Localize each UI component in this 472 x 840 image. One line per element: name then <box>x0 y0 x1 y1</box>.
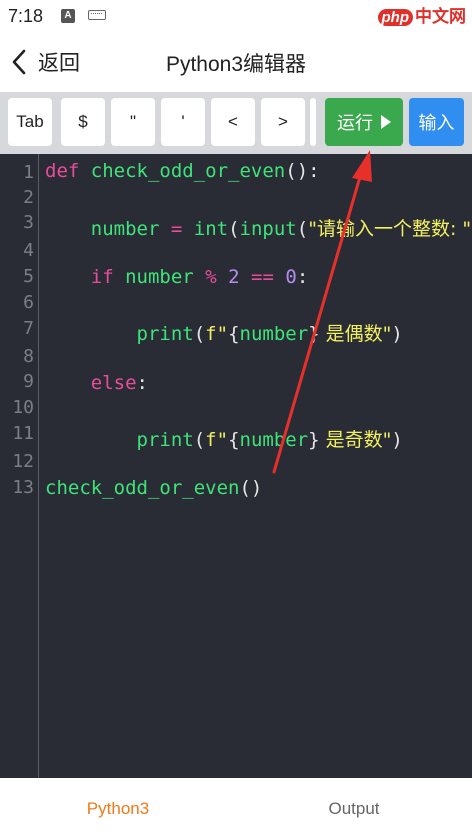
play-icon <box>381 115 391 129</box>
code-editor[interactable]: 1 2 3 4 5 6 7 8 9 10 11 12 13 def check_… <box>0 154 472 778</box>
keyboard-icon <box>88 10 106 20</box>
code-line-1: def check_odd_or_even(): <box>45 160 320 182</box>
symbol-toolbar: Tab $ " ' < > 运行 输入 <box>0 92 472 154</box>
notification-a-icon: A <box>61 9 75 23</box>
line-number: 6 <box>23 292 34 313</box>
input-button[interactable]: 输入 <box>409 98 464 146</box>
tab-output[interactable]: Output <box>236 778 472 840</box>
run-button-label: 运行 <box>337 113 373 133</box>
toolbar-divider <box>310 98 316 146</box>
code-line-3: number = int(input("请输入一个整数: ")) <box>90 218 472 240</box>
code-line-7: print(f"{number} 是偶数") <box>136 323 403 345</box>
line-number: 3 <box>23 212 34 233</box>
gutter-divider <box>38 154 39 778</box>
tab-python3[interactable]: Python3 <box>0 778 236 840</box>
key-greater-than[interactable]: > <box>261 98 305 146</box>
key-double-quote[interactable]: " <box>111 98 155 146</box>
code-line-9: else: <box>90 372 148 394</box>
code-line-11: print(f"{number} 是奇数") <box>136 429 403 451</box>
page-title: Python3编辑器 <box>165 53 307 76</box>
status-bar: 7:18 A php 中文网 <box>0 0 472 32</box>
line-number: 13 <box>12 477 34 498</box>
watermark-logo: php 中文网 <box>377 2 466 27</box>
key-dollar[interactable]: $ <box>61 98 105 146</box>
key-tab[interactable]: Tab <box>8 98 52 146</box>
line-number: 5 <box>23 266 34 287</box>
bottom-tab-bar: Python3 Output <box>0 778 472 840</box>
run-button[interactable]: 运行 <box>325 98 403 146</box>
input-button-label: 输入 <box>418 113 455 133</box>
line-number: 9 <box>23 371 34 392</box>
line-number: 4 <box>23 240 34 261</box>
line-number: 12 <box>12 451 34 472</box>
key-single-quote[interactable]: ' <box>161 98 205 146</box>
line-number: 8 <box>23 346 34 367</box>
code-line-13: check_odd_or_even() <box>45 477 263 499</box>
status-time: 7:18 <box>8 6 44 26</box>
app-header: 返回 Python3编辑器 <box>0 32 472 92</box>
line-number: 11 <box>12 423 34 444</box>
line-number: 2 <box>23 187 34 208</box>
line-number: 7 <box>23 318 34 339</box>
key-less-than[interactable]: < <box>211 98 255 146</box>
code-line-5: if number % 2 == 0: <box>90 266 309 288</box>
line-number: 1 <box>23 162 34 183</box>
line-number: 10 <box>12 397 34 418</box>
